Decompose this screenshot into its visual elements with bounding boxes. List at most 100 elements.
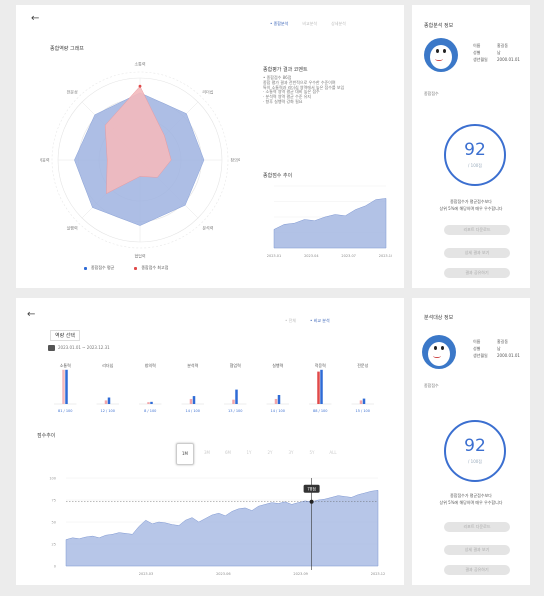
period-button[interactable]: 3Y [283,443,299,463]
calendar-icon [48,345,55,351]
bar-mark [104,400,108,404]
period-button[interactable]: 1Y [241,443,257,463]
highlight-point [309,499,314,504]
score-trend-chart[interactable]: 100 75 50 25 0 78점 2023.03 2023.06 2023.09 2023.1… [36,470,386,580]
info-key: 이름 [473,339,481,344]
x-tick-label: 2023.06 [216,572,230,576]
radar-axis-label: 소통력 [134,61,145,67]
tooltip-text: 78점 [307,485,316,491]
y-tick-label: 25 [52,543,56,547]
info-value: 2000.01.01 [497,353,520,358]
profile-title: 종합분석 정보 [424,23,454,29]
comment-block: 종합평가 결과 코멘트 • 종합점수 86점 종합 평가 결과 전반적으로 우수… [263,66,393,105]
radar-axis-label: 창의력 [230,157,240,163]
info-value: 홍길동 [497,339,509,344]
top-tabs: • 종합분석 비교분석 상세분석 [270,21,346,27]
bar-group-label: 리더십 [102,362,113,368]
trend-area-chart: 2023.01 2023.04 2023.07 2023.10 [267,185,392,258]
tab-all[interactable]: • 전체 [285,318,296,324]
legend-avg: 종합점수 평균 [84,265,114,271]
bar-mark [362,398,366,404]
bar-mark [62,369,65,404]
competency-selector[interactable]: 역량 선택 [50,330,80,341]
info-value: 2000.01.01 [497,57,520,62]
y-tick-label: 50 [52,521,56,525]
bar-caption: 8 / 100 [144,409,156,413]
bar-mark [317,371,320,404]
tab-detail[interactable]: 상세분석 [331,21,346,27]
info-value: 홍길동 [497,43,509,48]
bar-mark [277,395,281,404]
tab-compare[interactable]: • 비교 분석 [310,318,330,324]
period-button[interactable]: 1M [176,443,194,465]
period-button[interactable]: ALL [325,443,341,463]
trend-title: 종합점수 추이 [263,173,293,179]
radar-axis-label: 전문성 [67,89,78,95]
bar-mark [65,369,68,404]
bar-mark [359,400,363,404]
bar-mark [192,396,196,404]
download-report-button[interactable]: 리포트 다운로드 [444,522,510,532]
view-detail-button[interactable]: 상세 결과 보기 [444,248,510,258]
bar-mark [274,398,278,404]
comment-title: 종합평가 결과 코멘트 [263,67,308,73]
period-button[interactable]: 2Y [262,443,278,463]
download-report-button[interactable]: 리포트 다운로드 [444,225,510,235]
y-tick-label: 0 [54,565,56,569]
x-tick-label: 2023.01 [267,254,281,258]
share-result-button[interactable]: 결과 공유하기 [444,268,510,278]
score-unit: / 100점 [468,459,482,464]
tab-compare[interactable]: 비교분석 [302,21,317,27]
profile-info: 이름 홍길동 성별 남 생년월일 2000.01.01 [473,338,520,359]
bar-mark [320,369,323,404]
score-section-title: 종합점수 [424,91,439,96]
radar-axis-label: 리더십 [202,89,213,95]
info-key: 성별 [473,50,481,55]
period-button[interactable]: 3M [199,443,215,463]
period-buttons: 1M 3M 6M 1Y 2Y 3Y 5Y ALL [176,443,341,465]
avatar [424,38,458,72]
bar-group-label: 소통력 [60,362,71,368]
bar-caption: 14 / 100 [270,409,285,413]
score-trend-title: 점수추이 [37,433,56,439]
x-tick-label: 2023.03 [139,572,153,576]
bar-group-label: 분석력 [187,362,198,368]
bar-group-label: 실행력 [272,362,283,368]
x-tick-label: 2023.09 [293,572,307,576]
comment-line: · 향후 실행력 강화 필요 [263,98,303,104]
bar-group-label: 협업력 [230,362,241,368]
score-description: 종합점수가 평균점수보다 상위 5%에 해당하며 매우 우수합니다 [439,199,503,211]
period-button[interactable]: 5Y [304,443,320,463]
score-section-title: 종합점수 [424,383,439,388]
view-detail-button[interactable]: 상세 결과 보기 [444,545,510,555]
trend-area [273,198,387,249]
bar-caption: 13 / 100 [228,409,243,413]
bar-caption: 88 / 100 [313,409,328,413]
tab-summary[interactable]: • 종합분석 [270,21,288,27]
score-description: 종합점수가 평균점수보다 상위 5%에 해당하며 매우 우수합니다 [439,493,503,505]
x-tick-label: 2023.12 [371,572,385,576]
back-arrow-icon[interactable]: ← [27,310,35,320]
profile-title: 분석대상 정보 [424,315,454,321]
score-value: 92 [464,436,486,456]
info-key: 생년월일 [473,57,488,62]
legend-max: 종합점수 최고점 [134,265,168,271]
bar-mark [235,389,238,404]
avatar [422,335,456,369]
bar-caption: 12 / 100 [100,409,115,413]
radar-axis-label: 적응력 [40,157,50,163]
bar-mark [232,399,235,404]
x-tick-label: 2023.10 [379,254,392,258]
radar-axis-label: 협업력 [134,253,145,259]
bar-mark [107,397,111,404]
bar-group-label: 전문성 [357,362,368,368]
period-button[interactable]: 6M [220,443,236,463]
score-value: 92 [464,140,486,160]
date-range[interactable]: 2023.01.01 ~ 2023.12.31 [48,345,110,351]
radar-axis-label: 분석력 [202,224,213,230]
back-arrow-icon[interactable]: ← [31,14,39,24]
y-tick-label: 75 [52,499,56,503]
share-result-button[interactable]: 결과 공유하기 [444,565,510,575]
bar-group-label: 창의력 [145,362,156,368]
radar-legend: 종합점수 평균 종합점수 최고점 [84,265,168,271]
